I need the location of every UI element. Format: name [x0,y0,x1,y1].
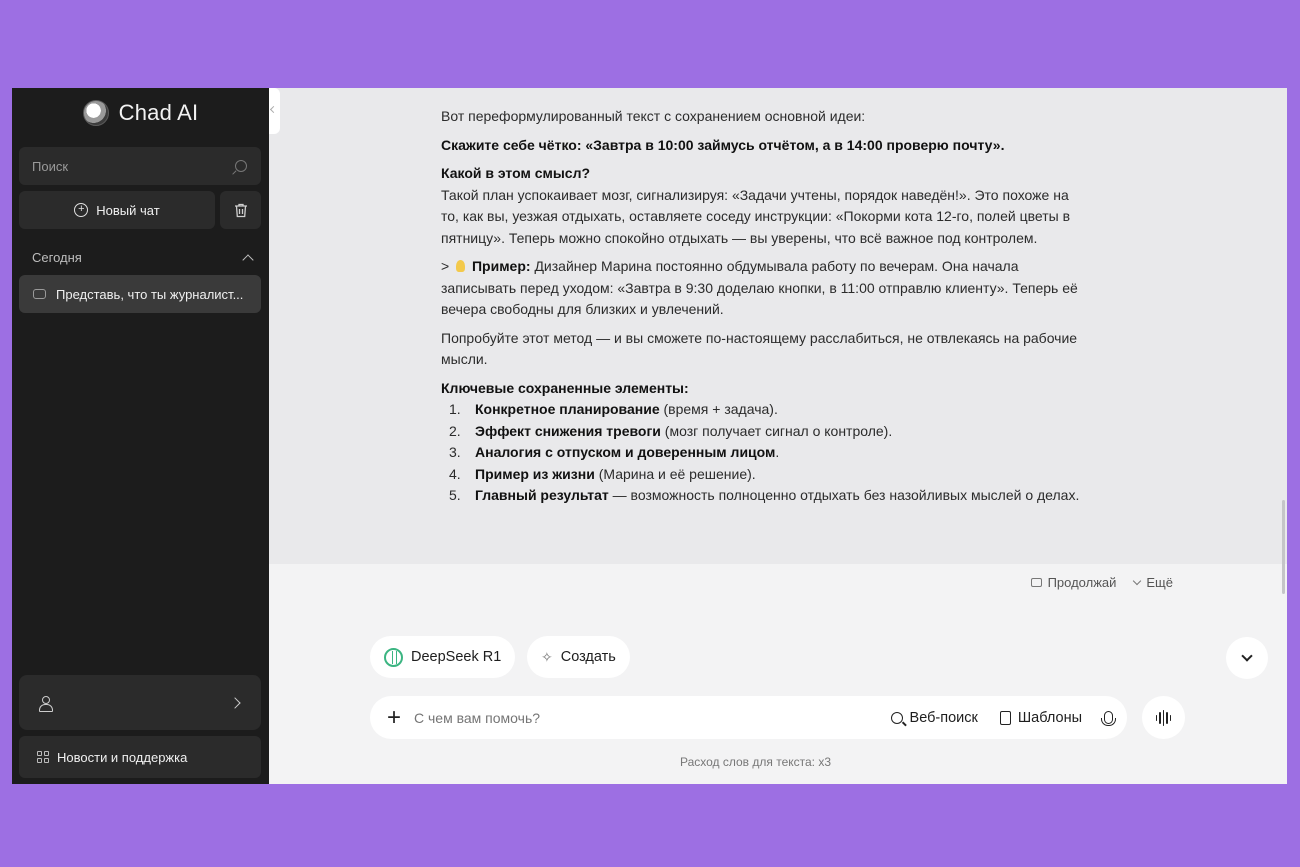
continue-button[interactable]: Продолжай [1030,575,1117,590]
deepseek-icon [384,647,403,667]
list-item: 4. Пример из жизни (Марина и её решение). [441,464,1081,486]
chat-item-title: Представь, что ты журналист... [56,286,244,302]
list-item: 1. Конкретное планирование (время + задач… [441,399,1081,421]
chat-main: Вот переформулированный текст с сохранен… [269,88,1287,784]
intro-paragraph: Вот переформулированный текст с сохранен… [441,108,866,124]
lightbulb-icon [456,260,466,272]
templates-button[interactable]: Шаблоны [999,709,1082,726]
meaning-block: Какой в этом смысл? Такой план успокаива… [441,163,1081,249]
list-item-text: (время + задача). [659,401,778,417]
list-number: 5. [449,487,461,503]
list-item-bold: Главный результат [475,487,609,503]
example-label: Пример: [471,258,531,274]
brand-name: Chad AI [118,100,199,125]
section-today[interactable]: Сегодня [32,250,254,266]
document-icon [999,710,1011,725]
brand[interactable]: Chad AI [12,100,269,126]
message-text: Вот переформулированный текст с сохранен… [441,106,1081,507]
waveform-icon [1155,709,1172,726]
web-search-button[interactable]: Веб-поиск [890,709,978,726]
assistant-message: Вот переформулированный текст с сохранен… [269,88,1287,564]
key-elements: Ключевые сохраненные элементы: 1. Конкрет… [441,378,1081,507]
message-actions: Продолжай Ещё [1030,575,1173,590]
list-item-bold: Конкретное планирование [475,401,660,417]
attach-plus-icon[interactable]: + [384,705,404,729]
web-search-label: Веб-поиск [909,709,978,726]
list-item-bold: Пример из жизни [475,465,595,482]
scroll-down-button[interactable] [1226,637,1268,679]
chat-bubble-icon [33,289,46,299]
sidebar: Chad AI Поиск + Новый чат Сегодня Предст… [12,88,269,784]
example-block: > Пример: Дизайнер Марина постоянно обду… [441,256,1081,321]
list-item: 3. Аналогия с отпуском и доверенным лицом… [441,442,1081,464]
list-item-text: . [775,444,780,460]
chevron-down-icon [1241,650,1253,662]
chevron-left-icon [269,105,278,114]
model-selector-button[interactable]: DeepSeek R1 [370,636,516,678]
brand-logo-icon [82,100,109,126]
list-item: 2. Эффект снижения тревоги (мозг получает… [441,421,1081,443]
list-item-text: — возможность полноценно отдыхать без на… [608,487,1080,503]
list-number: 1. [449,401,461,417]
chevron-down-icon [1133,576,1142,586]
continue-label: Продолжай [1047,575,1117,590]
plus-circle-icon: + [74,203,89,217]
list-item-bold: Аналогия с отпуском и доверенным лицом [475,444,776,460]
bold-statement: Скажите себе чётко: «Завтра в 10:00 займ… [441,136,1005,153]
list-item-text: (мозг получает сигнал о контроле). [660,422,893,439]
word-usage-note: Расход слов для текста: x3 [679,755,832,769]
meaning-text: Такой план успокаивает мозг, сигнализиру… [441,186,1071,246]
chevron-right-icon [229,696,241,709]
voice-mode-button[interactable] [1142,696,1185,739]
list-item-text: (Марина и её решение). [594,465,756,482]
key-list: 1. Конкретное планирование (время + задач… [441,399,1081,507]
list-number: 3. [449,444,461,460]
search-placeholder: Поиск [32,158,69,174]
new-chat-label: Новый чат [96,202,160,218]
search-input[interactable]: Поиск [19,147,261,185]
list-item-bold: Эффект снижения тревоги [475,422,661,439]
list-number: 4. [449,465,461,482]
model-name: DeepSeek R1 [411,649,502,665]
create-label: Создать [560,649,616,665]
composer: + Веб-поиск Шаблоны [370,696,1127,739]
collapse-sidebar-button[interactable] [269,88,280,134]
more-label: Ещё [1146,575,1173,590]
quote-marker: > [441,258,450,274]
sparkle-icon: ✧ [541,648,553,665]
message-input[interactable] [414,709,869,726]
delete-chats-button[interactable] [220,191,261,229]
scrollbar[interactable] [1282,500,1285,594]
trash-icon [234,203,247,217]
chevron-up-icon [242,253,254,266]
new-chat-button[interactable]: + Новый чат [19,191,215,229]
apps-grid-icon [37,751,49,763]
microphone-icon[interactable] [1101,711,1116,726]
search-icon [890,711,903,724]
templates-label: Шаблоны [1017,709,1082,726]
news-support-button[interactable]: Новости и поддержка [19,736,261,778]
chat-bubble-icon [1030,578,1042,587]
app-window: Chad AI Поиск + Новый чат Сегодня Предст… [12,88,1287,784]
section-today-label: Сегодня [32,250,82,265]
more-button[interactable]: Ещё [1133,575,1173,590]
user-profile-button[interactable] [19,675,261,730]
try-paragraph: Попробуйте этот метод — и вы сможете по-… [441,329,1078,368]
user-icon [39,695,53,712]
news-support-label: Новости и поддержка [57,749,188,765]
key-title: Ключевые сохраненные элементы: [441,379,689,396]
list-number: 2. [449,422,461,439]
list-item: 5. Главный результат — возможность полноц… [441,485,1081,507]
example-text: Дизайнер Марина постоянно обдумывала раб… [441,258,1078,317]
sidebar-chat-item[interactable]: Представь, что ты журналист... [19,275,261,313]
search-icon [235,160,247,172]
create-button[interactable]: ✧ Создать [527,636,630,678]
meaning-title: Какой в этом смысл? [441,165,591,181]
